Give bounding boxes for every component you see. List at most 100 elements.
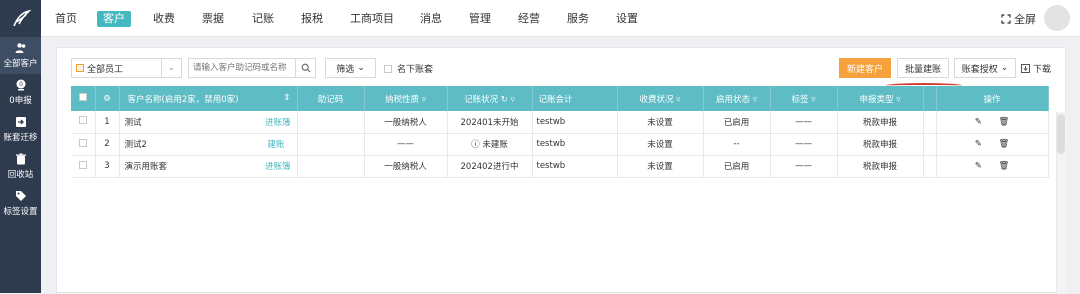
sidebar-item-tag-settings[interactable]: 标签设置 [0,185,41,222]
create-books-link[interactable]: 建账 [267,138,284,150]
open-books-link[interactable]: 进账簿 [265,160,291,172]
sort-icon[interactable]: ⇕ [283,93,290,103]
trash-icon [15,153,26,165]
report-type-cell: 税款申报 [837,111,924,134]
col-tag[interactable]: 标签 ▿ [770,86,838,111]
filter-label: 筛选 [336,64,355,75]
col-mnemonic: 助记码 [297,86,365,111]
nav-operations[interactable]: 经营 [518,11,540,27]
filter-icon[interactable]: ▿ [676,95,680,105]
table-row: 3 演示用账套 进账簿 一般纳税人 202402进行中 testwb 未设置 已… [71,155,1049,178]
own-books-checkbox[interactable] [384,64,392,73]
filter-button[interactable]: 筛选 ⌄ [325,58,376,78]
sidebar-item-label: 标签设置 [3,207,38,217]
row-checkbox[interactable] [78,116,87,125]
col-charge-label: 收费状况 [639,94,674,105]
nav-messages[interactable]: 消息 [420,11,442,27]
fullscreen-button[interactable]: 全屏 [1001,11,1036,27]
edit-icon[interactable]: ✎ [975,139,982,149]
authorize-label: 账套授权 [961,64,998,75]
avatar[interactable] [1044,5,1070,31]
filter-icon[interactable]: ▿ [811,95,815,105]
new-customer-button[interactable]: 新建客户 [839,58,891,78]
customer-panel: 全部员工 ⌄ 筛选 ⌄ 名下账套 新建客户 批量建账 账套授权 ⌄ 下载 [56,47,1066,294]
col-spacer [923,86,937,111]
search-button[interactable] [295,59,315,77]
nav-fees[interactable]: 收费 [153,11,175,27]
refresh-icon[interactable]: ↻ [501,95,508,105]
filter-icon[interactable]: ▿ [896,95,900,105]
enabled-cell: -- [703,133,771,156]
sidebar-item-all-customers[interactable]: 全部客户 [0,37,41,74]
filter-icon[interactable]: ▿ [511,95,515,105]
col-tag-label: 标签 [791,94,809,105]
filter-icon[interactable]: ▿ [753,95,757,105]
open-books-link[interactable]: 进账簿 [265,116,291,128]
nav-tax-filing[interactable]: 报税 [301,11,323,27]
batch-create-button[interactable]: 批量建账 [897,58,949,78]
scrollbar-thumb[interactable] [1057,114,1065,154]
col-charge[interactable]: 收费状况 ▿ [617,86,704,111]
col-tax-type[interactable]: 纳税性质 ▿ [364,86,448,111]
download-button[interactable]: 下载 [1020,62,1051,75]
col-enabled[interactable]: 启用状态 ▿ [703,86,771,111]
authorize-button[interactable]: 账套授权 ⌄ [954,58,1016,78]
tax-type-cell: 一般纳税人 [364,155,448,178]
filter-icon[interactable]: ▿ [422,95,426,105]
search-box [188,58,316,78]
bookkeeping-cell: ⓘ 未建账 [447,133,533,156]
col-name[interactable]: 客户名称(启用2家，禁用0家) ⇕ [119,86,298,111]
col-report-type[interactable]: 申报类型 ▿ [837,86,924,111]
gear-icon[interactable]: ⚙ [103,94,111,104]
chevron-down-icon: ⌄ [1000,63,1009,73]
mnemonic-cell [297,133,365,156]
bookkeeping-cell: 202401未开始 [447,111,533,134]
ops-cell: ✎ 🗑 [936,155,1049,178]
nav-management[interactable]: 管理 [469,11,491,27]
delete-icon[interactable]: 🗑 [999,139,1010,149]
row-checkbox[interactable] [78,138,87,147]
report-type-cell: 税款申报 [837,155,924,178]
nav-services[interactable]: 服务 [567,11,589,27]
own-books-toggle[interactable]: 名下账套 [384,62,433,75]
spacer-cell [923,111,937,134]
col-bookkeeping[interactable]: 记账状况 ↻ ▿ [447,86,533,111]
col-report-type-label: 申报类型 [859,94,894,105]
select-all-cell[interactable] [71,86,96,111]
row-checkbox-cell[interactable] [71,155,96,178]
select-all-checkbox[interactable] [78,93,87,101]
migrate-icon [15,117,26,127]
delete-icon[interactable]: 🗑 [999,161,1010,171]
nav-bookkeeping[interactable]: 记账 [252,11,274,27]
sidebar-item-migrate[interactable]: 账套迁移 [0,111,41,148]
column-settings-cell[interactable]: ⚙ [95,86,120,111]
employee-select[interactable]: 全部员工 ⌄ [71,58,182,78]
charge-cell: 未设置 [617,111,704,134]
row-checkbox-cell[interactable] [71,111,96,134]
nav-settings[interactable]: 设置 [616,11,638,27]
sidebar-item-zero-report[interactable]: 0 0申报 [0,74,41,111]
col-bookkeeping-label: 记账状况 [464,94,499,105]
tag-icon [15,191,26,201]
nav-business-projects[interactable]: 工商项目 [350,11,394,27]
nav-customers[interactable]: 客户 [97,11,131,27]
download-label: 下载 [1032,65,1051,75]
spacer-cell [923,133,937,156]
tag-cell: —— [770,133,838,156]
delete-icon[interactable]: 🗑 [999,117,1010,127]
edit-icon[interactable]: ✎ [975,117,982,127]
search-input[interactable] [189,59,295,77]
tax-type-cell: 一般纳税人 [364,111,448,134]
sidebar-item-recycle-bin[interactable]: 回收站 [0,148,41,185]
toolbar: 全部员工 ⌄ 筛选 ⌄ 名下账套 新建客户 批量建账 账套授权 ⌄ 下载 [71,58,1051,78]
warning-icon: ⓘ [471,140,480,150]
edit-icon[interactable]: ✎ [975,161,982,171]
vertical-scrollbar[interactable] [1056,112,1066,294]
nav-home[interactable]: 首页 [55,11,77,27]
download-icon [1020,64,1030,73]
enabled-cell: 已启用 [703,155,771,178]
nav-invoices[interactable]: 票据 [202,11,224,27]
row-checkbox-cell[interactable] [71,133,96,156]
col-enabled-label: 启用状态 [716,94,751,105]
row-checkbox[interactable] [78,160,87,169]
